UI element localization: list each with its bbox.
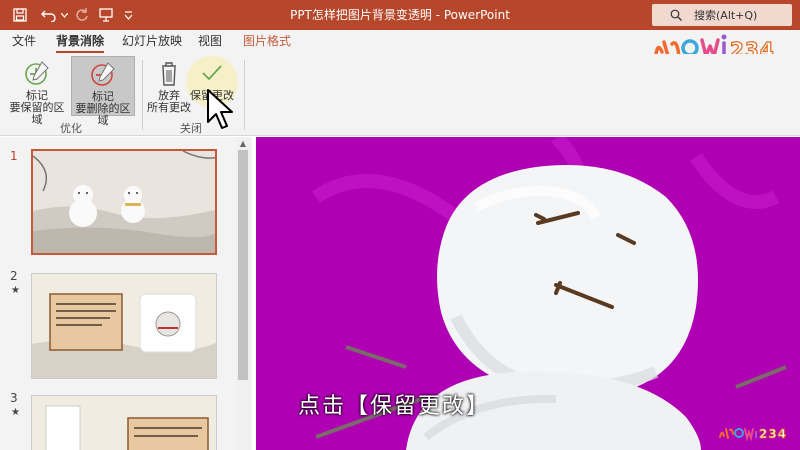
search-box[interactable]: 搜索(Alt+Q) [652, 4, 792, 26]
tab-background-removal[interactable]: 背景消除 [56, 30, 105, 54]
slide-number: 2 [10, 269, 18, 283]
tab-file[interactable]: 文件 [12, 30, 36, 54]
group-label-optimize: 优化 [60, 122, 82, 135]
mark-remove-line2: 要删除的区域 [75, 102, 131, 127]
tab-view[interactable]: 视图 [198, 30, 222, 54]
slide-thumbnail-pane: 1 2 ★ 3 ★ [0, 137, 252, 450]
title-bar: PPT怎样把图片背景变透明 - PowerPoint 搜索(Alt+Q) [0, 0, 800, 30]
group-label-close: 关闭 [180, 122, 202, 135]
slide-number: 1 [10, 149, 18, 163]
slide-thumbnail-1[interactable] [31, 149, 217, 255]
ribbon: 标记 要保留的区域 标记 要删除的区域 优化 放弃 所有更改 保留更改 关闭 [0, 54, 800, 136]
group-divider [244, 60, 245, 130]
animation-star-icon: ★ [11, 407, 20, 418]
slide-thumbnail-2[interactable] [31, 273, 217, 379]
svg-text:234: 234 [759, 427, 787, 441]
search-placeholder: 搜索(Alt+Q) [694, 9, 758, 22]
discard-line2: 所有更改 [147, 101, 191, 114]
search-icon [670, 9, 682, 21]
mark-remove-icon [88, 59, 118, 89]
mark-areas-to-keep-button[interactable]: 标记 要保留的区域 [6, 56, 68, 126]
trash-icon [154, 58, 184, 88]
slide-number: 3 [10, 391, 18, 405]
video-subtitle: 点击【保留更改】 [298, 394, 491, 419]
checkmark-icon [197, 58, 227, 88]
slide-thumbnail-3[interactable] [31, 395, 217, 450]
scrollbar-thumb[interactable] [238, 150, 248, 380]
tab-picture-format[interactable]: 图片格式 [243, 30, 291, 54]
mark-keep-icon [22, 58, 52, 88]
animation-star-icon: ★ [11, 285, 20, 296]
scroll-up-arrow-icon[interactable]: ▲ [237, 139, 249, 149]
watermark-logo: 234 [718, 422, 788, 446]
mark-areas-to-remove-button[interactable]: 标记 要删除的区域 [71, 56, 135, 127]
tab-slideshow[interactable]: 幻灯片放映 [122, 30, 182, 54]
mark-keep-line2: 要保留的区域 [9, 101, 65, 126]
mouse-cursor-icon [206, 88, 234, 132]
